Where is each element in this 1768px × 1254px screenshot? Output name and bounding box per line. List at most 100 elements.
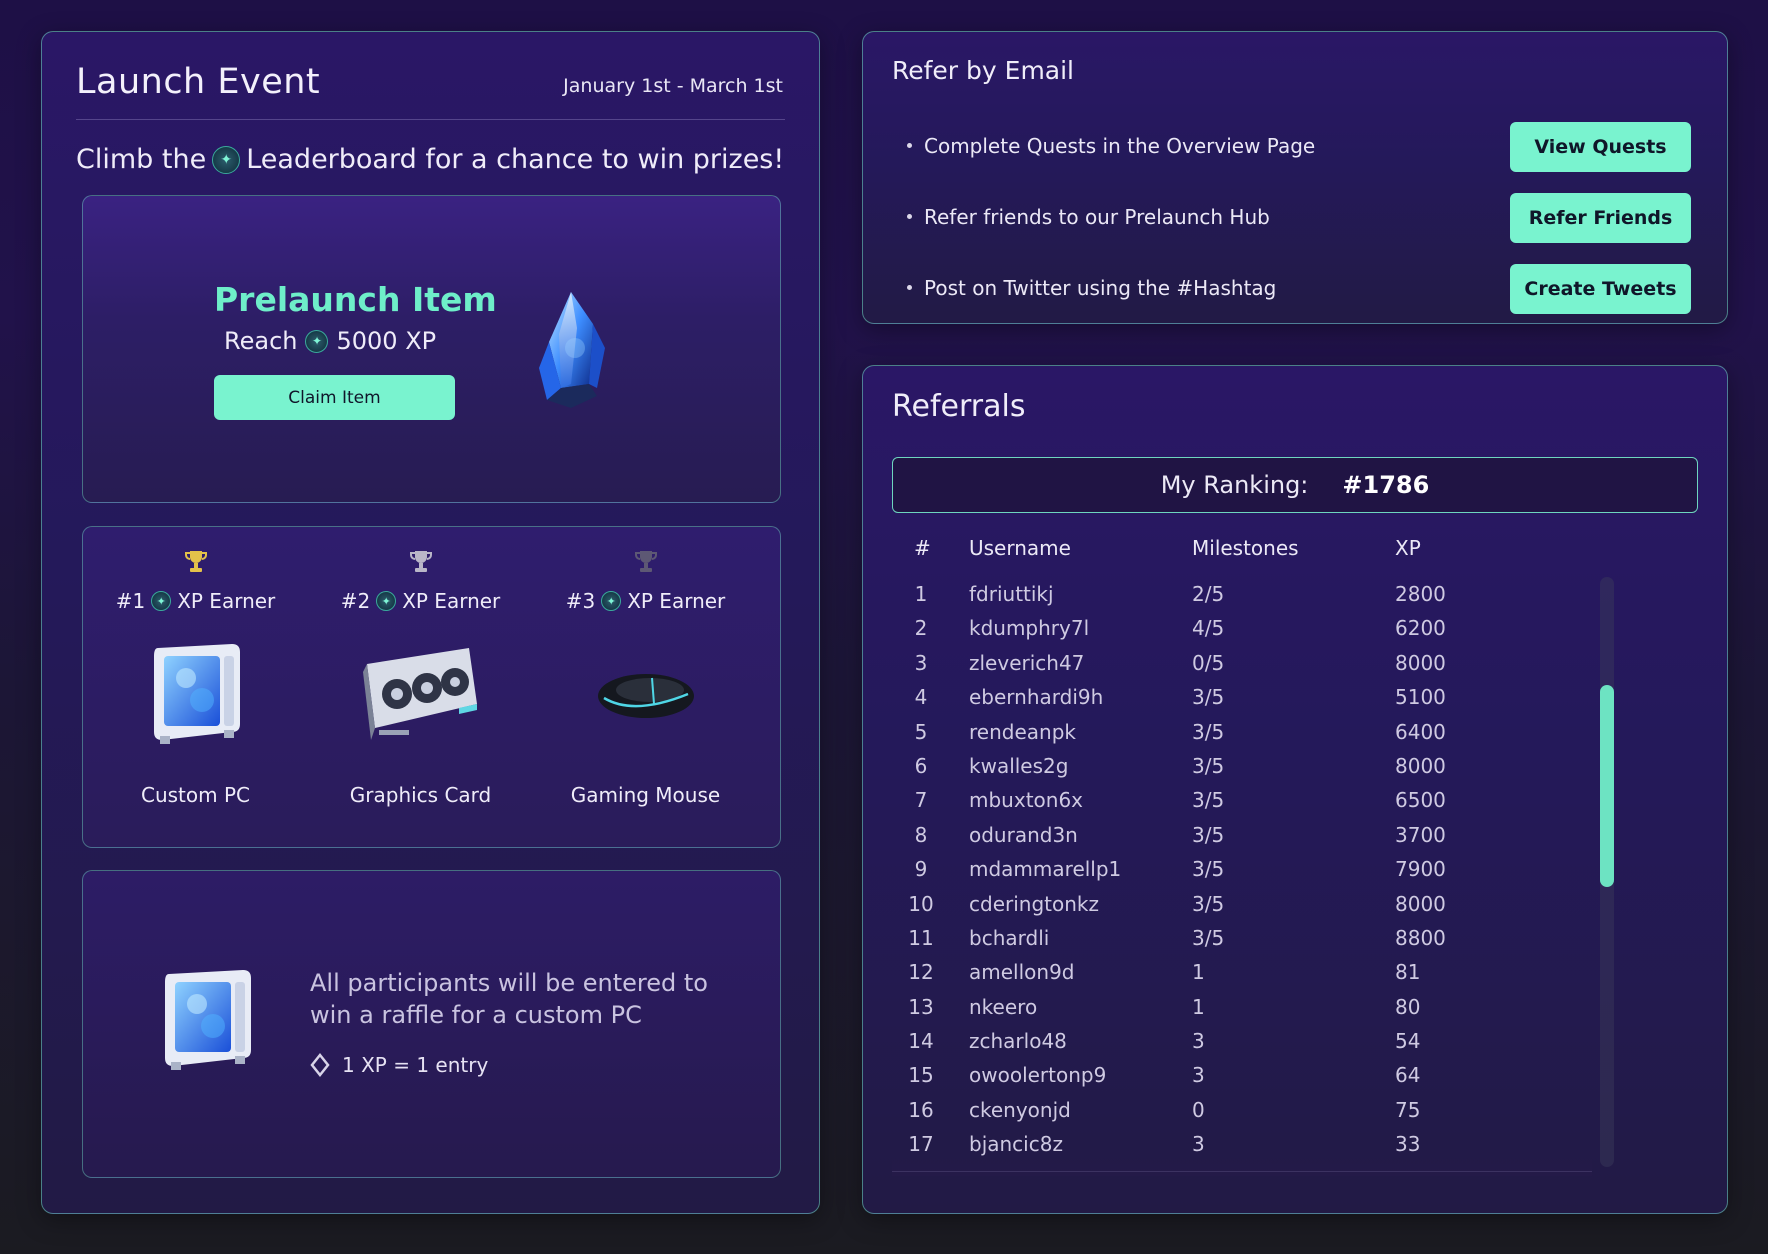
- row-xp: 81: [1395, 960, 1421, 985]
- row-rank: 15: [908, 1063, 934, 1088]
- table-row: 5 rendeanpk 3/5 6400: [892, 720, 1612, 754]
- table-row: 9 mdammarellp1 3/5 7900: [892, 857, 1612, 891]
- row-xp: 3700: [1395, 822, 1446, 847]
- row-username: amellon9d: [969, 960, 1075, 985]
- refer-title: Refer by Email: [892, 56, 1075, 85]
- trophy-icon: [83, 549, 308, 575]
- table-row: 11 bchardli 3/5 8800: [892, 926, 1612, 960]
- prize-first: #1 ✦ XP Earner Custom PC: [83, 549, 308, 807]
- row-username: ebernhardi9h: [969, 685, 1104, 710]
- row-xp: 8000: [1395, 891, 1446, 916]
- xp-star-icon: ✦: [376, 591, 397, 611]
- ranking-value: #1786: [1342, 471, 1430, 499]
- row-xp: 33: [1395, 1132, 1421, 1157]
- table-row: 10 cderingtonkz 3/5 8000: [892, 892, 1612, 926]
- prize-label: XP Earner: [402, 589, 501, 613]
- row-milestones: 0: [1192, 1097, 1205, 1122]
- row-username: kdumphry7l: [969, 616, 1090, 641]
- graphics-card-image: [356, 639, 486, 749]
- divider: [892, 1171, 1592, 1172]
- row-milestones: 3/5: [1192, 891, 1225, 916]
- referrals-panel: Referrals My Ranking: #1786 # Username M…: [862, 365, 1728, 1214]
- row-xp: 7900: [1395, 857, 1446, 882]
- scrollbar-thumb[interactable]: [1600, 685, 1614, 887]
- row-username: zleverich47: [969, 650, 1085, 675]
- row-username: odurand3n: [969, 822, 1078, 847]
- row-milestones: 3/5: [1192, 925, 1225, 950]
- row-rank: 5: [914, 719, 928, 744]
- create-tweets-button[interactable]: Create Tweets: [1510, 264, 1691, 314]
- row-rank: 13: [908, 994, 934, 1019]
- row-milestones: 3/5: [1192, 685, 1225, 710]
- view-quests-button[interactable]: View Quests: [1510, 122, 1691, 172]
- raffle-entry-rate: 1 XP = 1 entry: [310, 1053, 488, 1077]
- prize-rank-line: #3 ✦ XP Earner: [533, 589, 758, 613]
- row-rank: 9: [914, 857, 928, 882]
- custom-pc-image: [131, 639, 261, 749]
- reach-value: 5000 XP: [336, 327, 437, 355]
- table-row: 8 odurand3n 3/5 3700: [892, 823, 1612, 857]
- prize-rank: #2: [340, 589, 371, 613]
- quest-row: Complete Quests in the Overview Page Vie…: [907, 122, 1707, 175]
- ranking-label: My Ranking:: [1160, 471, 1309, 499]
- column-header-rank: #: [914, 536, 931, 560]
- row-username: bjancic8z: [969, 1132, 1063, 1157]
- table-row: 2 kdumphry7l 4/5 6200: [892, 616, 1612, 650]
- trophy-icon: [533, 549, 758, 575]
- prize-name: Custom PC: [140, 783, 250, 807]
- table-row: 16 ckenyonjd 0 75: [892, 1098, 1612, 1132]
- subtitle-pre: Climb the: [76, 144, 207, 175]
- row-rank: 17: [908, 1132, 934, 1157]
- diamond-icon: [310, 1053, 330, 1077]
- column-header-xp: XP: [1395, 536, 1421, 560]
- row-milestones: 1: [1192, 960, 1205, 985]
- scrollbar-track[interactable]: [1600, 577, 1614, 1167]
- row-rank: 3: [914, 650, 928, 675]
- prize-label: XP Earner: [177, 589, 276, 613]
- row-xp: 8000: [1395, 650, 1446, 675]
- prize-name: Gaming Mouse: [570, 783, 721, 807]
- row-rank: 12: [908, 960, 934, 985]
- prize-rank: #1: [115, 589, 146, 613]
- row-username: mbuxton6x: [969, 788, 1084, 813]
- column-header-milestones: Milestones: [1192, 536, 1299, 560]
- divider: [76, 119, 785, 120]
- row-username: mdammarellp1: [969, 857, 1122, 882]
- row-rank: 11: [908, 925, 934, 950]
- event-dates: January 1st - March 1st: [563, 75, 783, 97]
- row-milestones: 3: [1192, 1063, 1205, 1088]
- gaming-mouse-image: [581, 639, 711, 749]
- row-xp: 6500: [1395, 788, 1446, 813]
- row-milestones: 3/5: [1192, 719, 1225, 744]
- row-milestones: 3/5: [1192, 822, 1225, 847]
- row-rank: 6: [914, 753, 928, 778]
- prize-rank-line: #1 ✦ XP Earner: [83, 589, 308, 613]
- referrals-title: Referrals: [892, 389, 1026, 424]
- table-row: 1 fdriuttikj 2/5 2800: [892, 582, 1612, 616]
- row-xp: 8800: [1395, 925, 1446, 950]
- bullet: [907, 143, 912, 148]
- prize-rank: #3: [565, 589, 596, 613]
- prize-rank-line: #2 ✦ XP Earner: [308, 589, 533, 613]
- row-milestones: 1: [1192, 994, 1205, 1019]
- refer-friends-button[interactable]: Refer Friends: [1510, 193, 1691, 243]
- row-xp: 5100: [1395, 685, 1446, 710]
- row-rank: 7: [914, 788, 928, 813]
- raffle-card: All participants will be entered to win …: [82, 870, 781, 1178]
- row-rank: 16: [908, 1097, 934, 1122]
- prelaunch-reach: Reach ✦ 5000 XP: [224, 327, 436, 355]
- referrals-table: # Username Milestones XP 1 fdriuttikj 2/5 2…: [892, 536, 1612, 1171]
- row-milestones: 3/5: [1192, 788, 1225, 813]
- crystal-icon: [539, 292, 605, 408]
- row-milestones: 2/5: [1192, 582, 1225, 606]
- row-username: zcharlo48: [969, 1029, 1067, 1054]
- prize-second: #2 ✦ XP Earner Graphics Card: [308, 549, 533, 807]
- claim-item-button[interactable]: Claim Item: [214, 375, 455, 420]
- xp-star-icon: ✦: [151, 591, 172, 611]
- table-header: # Username Milestones XP: [892, 536, 1612, 566]
- row-milestones: 3: [1192, 1029, 1205, 1054]
- prelaunch-title: Prelaunch Item: [214, 280, 497, 319]
- row-rank: 10: [908, 891, 934, 916]
- row-rank: 8: [914, 822, 928, 847]
- row-xp: 8000: [1395, 753, 1446, 778]
